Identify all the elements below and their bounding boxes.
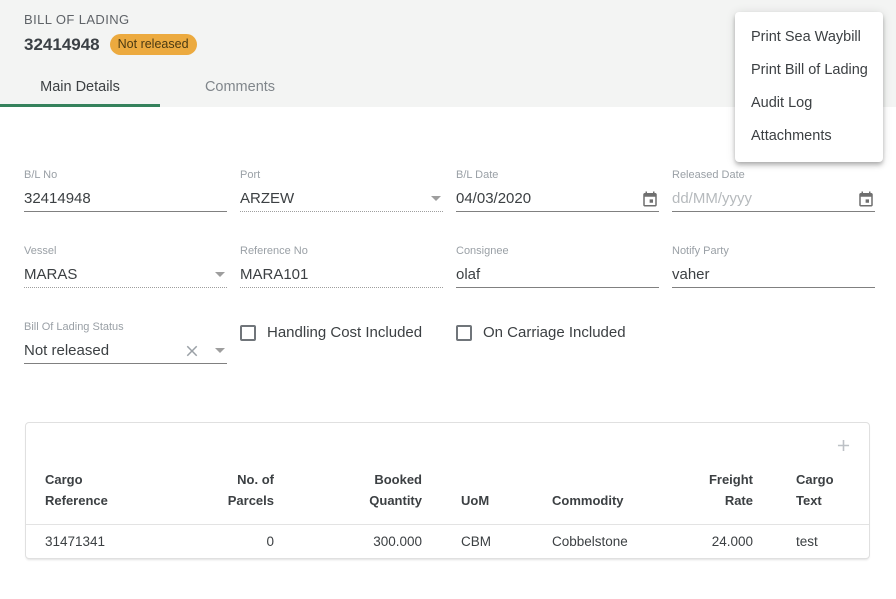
field-label: Port — [240, 169, 443, 182]
column-header-cargo-text: Cargo Text — [753, 469, 869, 525]
actions-menu: Print Sea Waybill Print Bill of Lading A… — [735, 12, 883, 162]
menu-item-audit-log[interactable]: Audit Log — [735, 87, 883, 120]
cargo-table-header-row: Cargo Reference No. of Parcels Booked Qu… — [26, 469, 869, 525]
field-label: B/L No — [24, 169, 227, 182]
cell-commodity: Cobbelstone — [535, 525, 695, 558]
notify-party-input[interactable]: vaher — [672, 262, 875, 288]
column-header-commodity: Commodity — [535, 469, 695, 525]
handling-cost-included-checkbox[interactable]: Handling Cost Included — [240, 324, 443, 341]
column-header-booked-quantity: Booked Quantity — [274, 469, 422, 525]
cargo-card-toolbar — [26, 423, 869, 469]
field-value: MARAS — [24, 266, 77, 283]
cargo-table-row[interactable]: 31471341 0 300.000 CBM Cobbelstone 24.00… — [26, 525, 869, 558]
bill-of-lading-form: B/L No 32414948 Port ARZEW B/L Date 04/0… — [24, 169, 872, 364]
field-label: B/L Date — [456, 169, 659, 182]
chevron-down-icon[interactable] — [215, 272, 225, 277]
field-vessel: Vessel MARAS — [24, 245, 227, 288]
field-notify-party: Notify Party vaher — [672, 245, 875, 288]
bill-of-lading-number: 32414948 — [24, 35, 100, 55]
checkbox-label: Handling Cost Included — [267, 324, 422, 341]
bl-no-input[interactable]: 32414948 — [24, 186, 227, 212]
chevron-down-icon[interactable] — [215, 348, 225, 353]
tab-bar: Main Details Comments — [0, 70, 320, 107]
cell-cargo-text: test — [753, 525, 869, 558]
field-value: vaher — [672, 266, 710, 283]
clear-icon[interactable] — [183, 342, 201, 360]
field-value: MARA101 — [240, 266, 308, 283]
field-value: 32414948 — [24, 190, 91, 207]
field-port: Port ARZEW — [240, 169, 443, 212]
column-header-no-of-parcels: No. of Parcels — [212, 469, 274, 525]
on-carriage-included-checkbox[interactable]: On Carriage Included — [456, 324, 659, 341]
cargo-card: Cargo Reference No. of Parcels Booked Qu… — [25, 422, 870, 559]
menu-item-print-sea-waybill[interactable]: Print Sea Waybill — [735, 21, 883, 54]
field-label: Reference No — [240, 245, 443, 258]
port-select[interactable]: ARZEW — [240, 186, 443, 212]
bill-of-lading-status-select[interactable]: Not released — [24, 338, 227, 364]
status-badge: Not released — [110, 34, 197, 55]
field-placeholder: dd/MM/yyyy — [672, 190, 752, 207]
field-label: Notify Party — [672, 245, 875, 258]
field-value: Not released — [24, 342, 109, 359]
cell-uom: CBM — [422, 525, 535, 558]
field-label: Vessel — [24, 245, 227, 258]
checkbox-box[interactable] — [456, 325, 472, 341]
cargo-table: Cargo Reference No. of Parcels Booked Qu… — [26, 469, 869, 558]
column-header-freight-rate: Freight Rate — [695, 469, 753, 525]
cell-cargo-reference: 31471341 — [26, 525, 212, 558]
field-value: ARZEW — [240, 190, 294, 207]
checkbox-label: On Carriage Included — [483, 324, 626, 341]
field-bl-date: B/L Date 04/03/2020 — [456, 169, 659, 212]
field-label: Consignee — [456, 245, 659, 258]
calendar-icon[interactable] — [641, 190, 659, 208]
field-reference-no: Reference No MARA101 — [240, 245, 443, 288]
field-bl-no: B/L No 32414948 — [24, 169, 227, 212]
field-label: Bill Of Lading Status — [24, 321, 227, 334]
cell-no-of-parcels: 0 — [212, 525, 274, 558]
vessel-select[interactable]: MARAS — [24, 262, 227, 288]
column-header-cargo-reference: Cargo Reference — [26, 469, 212, 525]
main-details-panel: B/L No 32414948 Port ARZEW B/L Date 04/0… — [0, 169, 896, 559]
field-label: Released Date — [672, 169, 875, 182]
add-cargo-button[interactable] — [834, 436, 853, 455]
cell-booked-quantity: 300.000 — [274, 525, 422, 558]
checkbox-box[interactable] — [240, 325, 256, 341]
reference-no-input[interactable]: MARA101 — [240, 262, 443, 288]
field-bill-of-lading-status: Bill Of Lading Status Not released — [24, 321, 227, 364]
bl-date-input[interactable]: 04/03/2020 — [456, 186, 659, 212]
tab-comments[interactable]: Comments — [160, 70, 320, 107]
cell-freight-rate: 24.000 — [695, 525, 753, 558]
field-released-date: Released Date dd/MM/yyyy — [672, 169, 875, 212]
released-date-input[interactable]: dd/MM/yyyy — [672, 186, 875, 212]
column-header-uom: UoM — [422, 469, 535, 525]
field-value: olaf — [456, 266, 480, 283]
menu-item-attachments[interactable]: Attachments — [735, 120, 883, 153]
calendar-icon[interactable] — [857, 190, 875, 208]
menu-item-print-bill-of-lading[interactable]: Print Bill of Lading — [735, 54, 883, 87]
consignee-input[interactable]: olaf — [456, 262, 659, 288]
chevron-down-icon[interactable] — [431, 196, 441, 201]
field-value: 04/03/2020 — [456, 190, 531, 207]
field-consignee: Consignee olaf — [456, 245, 659, 288]
tab-main-details[interactable]: Main Details — [0, 70, 160, 107]
